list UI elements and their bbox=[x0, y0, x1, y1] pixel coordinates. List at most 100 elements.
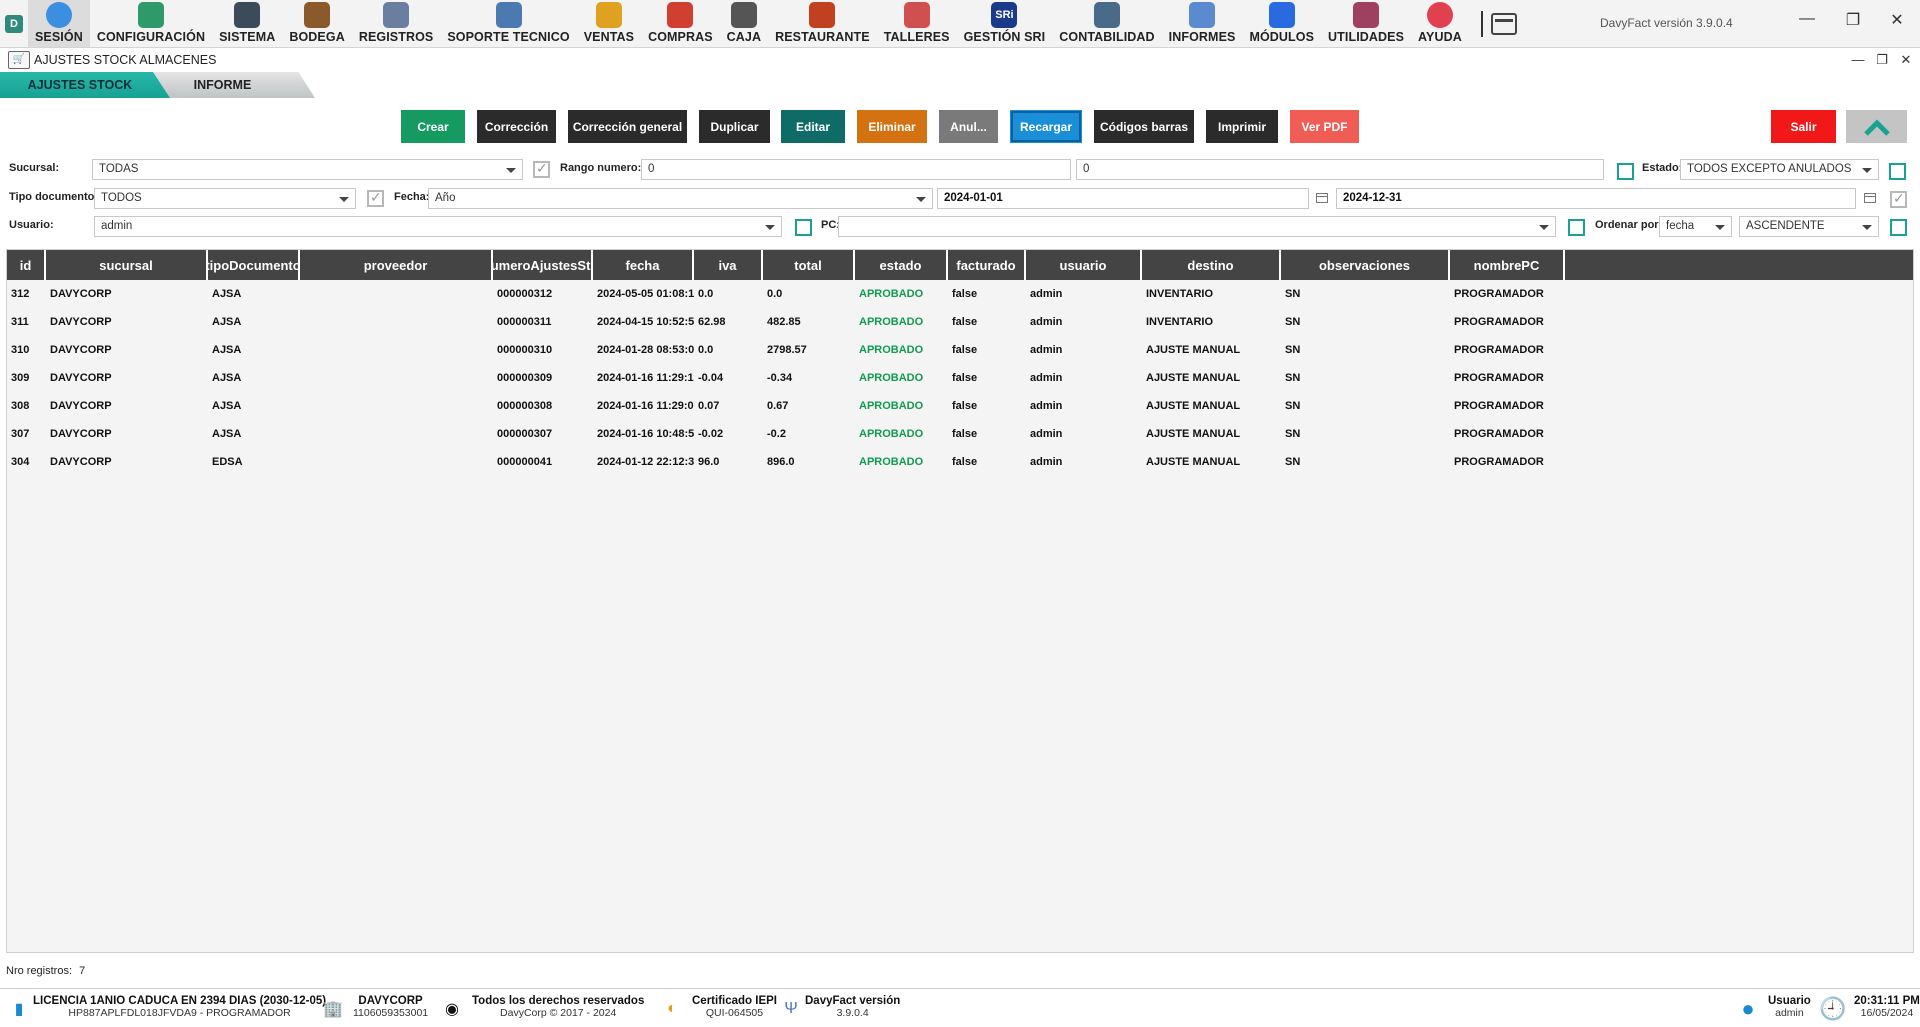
rango-checkbox[interactable] bbox=[533, 160, 550, 178]
shopping-bag-icon bbox=[595, 2, 622, 28]
menu-item-contabilidad[interactable]: CONTABILIDAD bbox=[1052, 0, 1161, 47]
tab-ajustes-stock[interactable]: AJUSTES STOCK bbox=[0, 72, 170, 98]
menu-item-utilidades[interactable]: UTILIDADES bbox=[1321, 0, 1411, 47]
inner-close-icon[interactable]: ✕ bbox=[1894, 52, 1918, 68]
table-row[interactable]: 311 DAVYCORP AJSA 000000311 2024-04-15 10:52… bbox=[7, 308, 1913, 336]
table-cell: AJUSTE MANUAL bbox=[1146, 344, 1241, 356]
menu-item-gestión-sri[interactable]: SRi GESTIÓN SRI bbox=[957, 0, 1053, 47]
anular-button[interactable]: Anul... bbox=[939, 110, 998, 143]
column-header[interactable]: observaciones bbox=[1281, 250, 1450, 280]
inner-restore-icon[interactable]: ❐ bbox=[1870, 52, 1894, 68]
tab-ajustes-stock-label: AJUSTES STOCK bbox=[27, 78, 133, 92]
column-header[interactable]: numeroAjustesSt... bbox=[493, 250, 593, 280]
ver-pdf-button[interactable]: Ver PDF bbox=[1290, 110, 1359, 143]
column-header[interactable]: tipoDocumento bbox=[208, 250, 300, 280]
sucursal-select[interactable]: TODAS bbox=[92, 159, 523, 180]
table-cell: 000000311 bbox=[497, 316, 552, 328]
crear-button[interactable]: Crear bbox=[401, 110, 465, 143]
table-cell: SN bbox=[1285, 456, 1301, 468]
table-cell: -0.02 bbox=[698, 428, 724, 440]
fecha-checkbox[interactable] bbox=[367, 189, 384, 207]
close-icon[interactable]: ✕ bbox=[1882, 10, 1912, 30]
fecha-label: Fecha: bbox=[394, 191, 430, 203]
correccion-general-button[interactable]: Corrección general bbox=[568, 110, 687, 143]
column-header[interactable]: sucursal bbox=[46, 250, 208, 280]
menu-item-configuración[interactable]: CONFIGURACIÓN bbox=[90, 0, 212, 47]
table-row[interactable]: 309 DAVYCORP AJSA 000000309 2024-01-16 11:29… bbox=[7, 364, 1913, 392]
menu-item-label: MÓDULOS bbox=[1249, 30, 1315, 44]
calendar-icon[interactable] bbox=[1316, 193, 1328, 203]
ordenar-select[interactable]: fecha bbox=[1659, 216, 1732, 237]
correccion-button[interactable]: Corrección bbox=[477, 110, 556, 143]
menu-item-informes[interactable]: INFORMES bbox=[1162, 0, 1243, 47]
fecha-hasta-input[interactable]: 2024-12-31 bbox=[1336, 188, 1856, 209]
salir-button[interactable]: Salir bbox=[1771, 110, 1836, 143]
scroll-top-button[interactable] bbox=[1846, 110, 1907, 143]
editar-button[interactable]: Editar bbox=[781, 110, 845, 143]
pc-select[interactable] bbox=[838, 216, 1556, 237]
table-row[interactable]: 310 DAVYCORP AJSA 000000310 2024-01-28 08:53… bbox=[7, 336, 1913, 364]
estado-checkbox[interactable] bbox=[1617, 163, 1634, 180]
column-header[interactable]: estado bbox=[855, 250, 948, 280]
menu-item-bodega[interactable]: BODEGA bbox=[282, 0, 351, 47]
column-header[interactable]: destino bbox=[1142, 250, 1281, 280]
menu-item-ventas[interactable]: VENTAS bbox=[577, 0, 641, 47]
menu-item-label: CAJA bbox=[726, 30, 762, 44]
table-cell: 307 bbox=[11, 428, 30, 440]
column-header[interactable]: usuario bbox=[1026, 250, 1142, 280]
row2-end-checkbox[interactable] bbox=[1890, 190, 1907, 208]
table-row[interactable]: 312 DAVYCORP AJSA 000000312 2024-05-05 01:08… bbox=[7, 280, 1913, 308]
table-cell: APROBADO bbox=[859, 344, 924, 356]
table-cell: 000000309 bbox=[497, 372, 553, 384]
menu-item-compras[interactable]: COMPRAS bbox=[641, 0, 720, 47]
column-header[interactable]: fecha bbox=[593, 250, 694, 280]
fecha-periodo-select[interactable]: Año bbox=[428, 188, 933, 209]
column-header[interactable]: iva bbox=[694, 250, 763, 280]
menu-item-sistema[interactable]: SISTEMA bbox=[212, 0, 282, 47]
card-window-icon[interactable] bbox=[1490, 13, 1517, 35]
menu-item-ayuda[interactable]: AYUDA bbox=[1411, 0, 1469, 47]
column-header[interactable]: id bbox=[7, 250, 46, 280]
recargar-button[interactable]: Recargar bbox=[1010, 110, 1082, 143]
column-header[interactable]: proveedor bbox=[300, 250, 493, 280]
table-row[interactable]: 307 DAVYCORP AJSA 000000307 2024-01-16 10:48… bbox=[7, 420, 1913, 448]
menu-item-restaurante[interactable]: RESTAURANTE bbox=[768, 0, 877, 47]
tipo-documento-select[interactable]: TODOS bbox=[94, 188, 356, 209]
row3-end-checkbox[interactable] bbox=[1890, 219, 1907, 236]
pc-checkbox[interactable] bbox=[1568, 219, 1585, 236]
chevron-down-icon bbox=[1539, 225, 1549, 230]
building-icon: 🏢 bbox=[323, 1001, 343, 1018]
table-cell: APROBADO bbox=[859, 456, 924, 468]
menu-item-caja[interactable]: CAJA bbox=[720, 0, 768, 47]
fecha-desde-input[interactable]: 2024-01-01 bbox=[937, 188, 1309, 209]
column-header[interactable]: total bbox=[763, 250, 855, 280]
table-cell: 896.0 bbox=[767, 456, 795, 468]
menu-item-registros[interactable]: REGISTROS bbox=[352, 0, 441, 47]
menu-item-talleres[interactable]: TALLERES bbox=[877, 0, 957, 47]
estado-select[interactable]: TODOS EXCEPTO ANULADOS bbox=[1680, 159, 1879, 180]
table-cell: 311 bbox=[11, 316, 29, 328]
codigos-barras-button[interactable]: Códigos barras bbox=[1094, 110, 1194, 143]
inner-minimize-icon[interactable]: — bbox=[1846, 52, 1870, 67]
row1-end-checkbox[interactable] bbox=[1889, 163, 1906, 180]
calendar-icon[interactable] bbox=[1864, 193, 1876, 203]
rango-to-input[interactable]: 0 bbox=[1076, 159, 1604, 180]
restore-icon[interactable]: ❐ bbox=[1838, 10, 1868, 30]
menu-item-módulos[interactable]: MÓDULOS bbox=[1242, 0, 1321, 47]
duplicar-button[interactable]: Duplicar bbox=[699, 110, 770, 143]
imprimir-button[interactable]: Imprimir bbox=[1206, 110, 1278, 143]
minimize-icon[interactable]: — bbox=[1792, 10, 1822, 28]
usuario-checkbox[interactable] bbox=[795, 219, 812, 236]
column-header[interactable]: facturado bbox=[948, 250, 1026, 280]
app-logo-icon[interactable]: D bbox=[0, 0, 28, 47]
eliminar-button[interactable]: Eliminar bbox=[857, 110, 927, 143]
table-row[interactable]: 304 DAVYCORP EDSA 000000041 2024-01-12 22:12… bbox=[7, 448, 1913, 476]
usuario-select[interactable]: admin bbox=[94, 216, 782, 237]
table-row[interactable]: 308 DAVYCORP AJSA 000000308 2024-01-16 11:29… bbox=[7, 392, 1913, 420]
tab-informe[interactable]: INFORME bbox=[150, 72, 315, 98]
menu-item-sesión[interactable]: SESIÓN bbox=[28, 0, 90, 47]
column-header[interactable]: nombrePC bbox=[1450, 250, 1565, 280]
orden-select[interactable]: ASCENDENTE bbox=[1739, 216, 1879, 237]
menu-item-soporte-tecnico[interactable]: SOPORTE TECNICO bbox=[440, 0, 576, 47]
rango-from-input[interactable]: 0 bbox=[641, 159, 1071, 180]
